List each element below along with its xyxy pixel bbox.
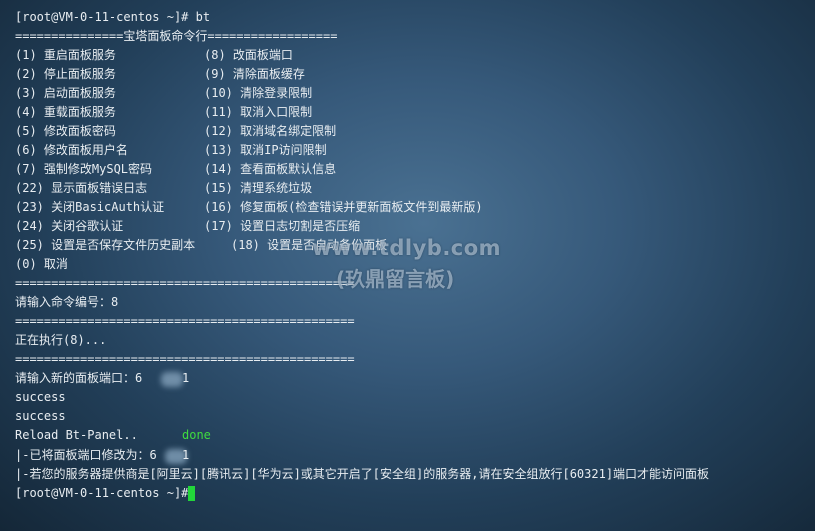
port-changed-line: |-已将面板端口修改为：6 bbox=[15, 448, 157, 462]
done-status: done bbox=[182, 428, 211, 442]
menu-item-0: (0) 取消 bbox=[15, 257, 68, 271]
menu-item-5: (5) 修改面板密码 bbox=[15, 124, 116, 138]
menu-item-10: (10) 清除登录限制 bbox=[204, 86, 313, 100]
terminal-window[interactable]: [root@VM-0-11-centos ~]# bt ============… bbox=[0, 0, 815, 531]
port-last-digit: 1 bbox=[182, 448, 190, 462]
menu-item-23: (23) 关闭BasicAuth认证 bbox=[15, 200, 165, 214]
watermark-name: (玖鼎留言板) bbox=[336, 267, 455, 291]
menu-item-4: (4) 重载面板服务 bbox=[15, 105, 116, 119]
menu-header: ===============宝塔面板命令行================== bbox=[15, 29, 338, 43]
menu-item-14: (14) 查看面板默认信息 bbox=[204, 162, 337, 176]
new-port-prompt: 请输入新的面板端口：6 bbox=[15, 371, 143, 385]
menu-item-12: (12) 取消域名绑定限制 bbox=[204, 124, 337, 138]
prompt-command-line: [root@VM-0-11-centos ~]# bt bbox=[15, 10, 211, 24]
final-prompt: [root@VM-0-11-centos ~]# bbox=[15, 486, 189, 500]
redacted-port-digits bbox=[161, 372, 183, 387]
menu-item-11: (11) 取消入口限制 bbox=[204, 105, 313, 119]
terminal-cursor[interactable] bbox=[188, 486, 195, 501]
separator-line: ========================================… bbox=[15, 276, 355, 290]
success-line: success bbox=[15, 409, 66, 423]
menu-item-8: (8) 改面板端口 bbox=[204, 48, 293, 62]
menu-item-9: (9) 清除面板缓存 bbox=[204, 67, 305, 81]
menu-item-22: (22) 显示面板错误日志 bbox=[15, 181, 148, 195]
menu-item-15: (15) 清理系统垃圾 bbox=[204, 181, 313, 195]
watermark-site: www.tdlyb.com bbox=[312, 236, 502, 260]
menu-item-17: (17) 设置日志切割是否压缩 bbox=[204, 219, 361, 233]
menu-item-24: (24) 关闭谷歌认证 bbox=[15, 219, 124, 233]
menu-item-3: (3) 启动面板服务 bbox=[15, 86, 116, 100]
executing-line: 正在执行(8)... bbox=[15, 333, 107, 347]
separator-line: ========================================… bbox=[15, 314, 355, 328]
success-line: success bbox=[15, 390, 66, 404]
reload-line: Reload Bt-Panel.. bbox=[15, 428, 138, 442]
menu-item-16: (16) 修复面板(检查错误并更新面板文件到最新版) bbox=[204, 200, 483, 214]
security-group-notice: |-若您的服务器提供商是[阿里云][腾讯云][华为云]或其它开启了[安全组]的服… bbox=[15, 467, 710, 481]
menu-item-2: (2) 停止面板服务 bbox=[15, 67, 116, 81]
menu-item-6: (6) 修改面板用户名 bbox=[15, 143, 128, 157]
menu-item-7: (7) 强制修改MySQL密码 bbox=[15, 162, 153, 176]
menu-item-25: (25) 设置是否保存文件历史副本 bbox=[15, 238, 196, 252]
separator-line: ========================================… bbox=[15, 352, 355, 366]
menu-item-1: (1) 重启面板服务 bbox=[15, 48, 116, 62]
input-command-line: 请输入命令编号：8 bbox=[15, 295, 119, 309]
port-last-digit: 1 bbox=[182, 371, 190, 385]
menu-item-13: (13) 取消IP访问限制 bbox=[204, 143, 327, 157]
